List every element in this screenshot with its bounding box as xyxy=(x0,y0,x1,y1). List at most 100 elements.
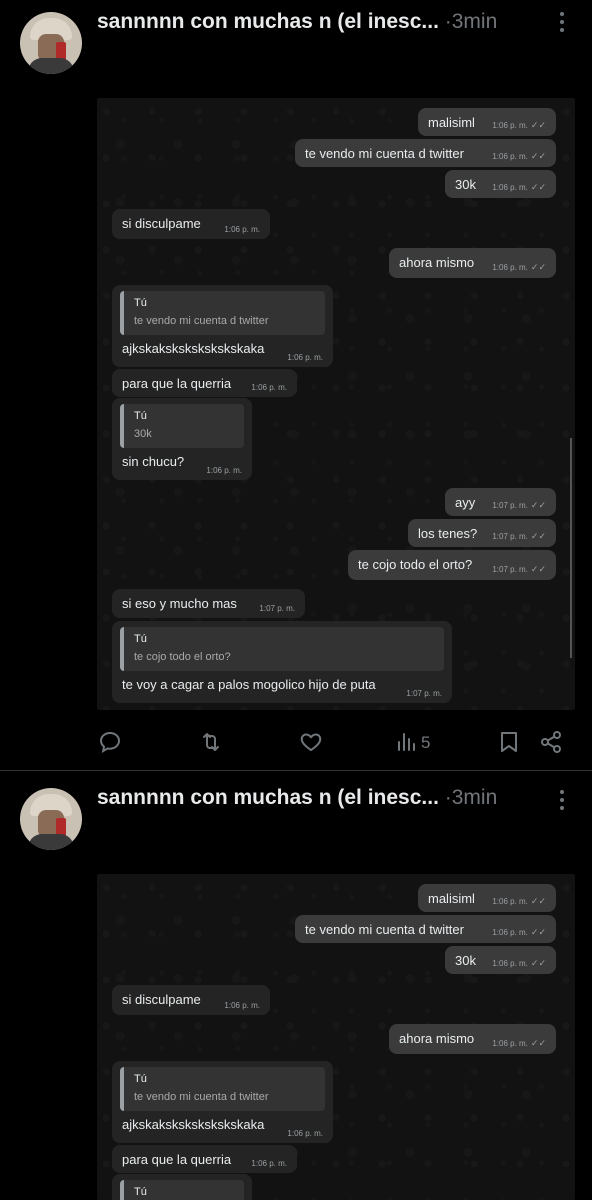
message-time: 1:06 p. m. ✓✓ xyxy=(492,120,546,130)
post-divider xyxy=(0,770,592,771)
message-text: te cojo todo el orto? xyxy=(358,557,473,572)
quoted-reply: Tú xyxy=(120,1180,244,1200)
bookmark-button[interactable] xyxy=(498,730,520,756)
more-icon[interactable] xyxy=(556,788,568,812)
author-name[interactable]: sannnnn con muchas n (el inesc... xyxy=(97,10,439,33)
message-time: 1:06 p. m. xyxy=(287,353,323,362)
message-bubble: ayy 1:07 p. m. ✓✓ xyxy=(445,488,556,516)
message-text: los tenes? xyxy=(418,526,478,541)
message-time: 1:07 p. m. ✓✓ xyxy=(492,500,546,510)
like-icon xyxy=(300,733,322,751)
share-button[interactable] xyxy=(539,730,563,756)
message-bubble: para que la querria 1:06 p. m. xyxy=(112,1145,297,1173)
chat-screenshot[interactable]: malisiml 1:06 p. m. ✓✓ te vendo mi cuenta… xyxy=(97,874,575,1200)
message-bubble: 30k 1:06 p. m. ✓✓ xyxy=(445,170,556,198)
read-ticks-icon: ✓✓ xyxy=(530,927,546,937)
message-bubble: malisiml 1:06 p. m. ✓✓ xyxy=(418,884,556,912)
message-text: ajkskakskskskskskskaka xyxy=(122,341,265,356)
message-text: te vendo mi cuenta d twitter xyxy=(305,146,464,161)
message-time: 1:06 p. m. ✓✓ xyxy=(492,1038,546,1048)
read-ticks-icon: ✓✓ xyxy=(530,151,546,161)
more-icon[interactable] xyxy=(556,10,568,34)
message-text: 30k xyxy=(455,953,476,968)
avatar[interactable] xyxy=(20,788,82,850)
message-text: para que la querria xyxy=(122,376,232,391)
message-bubble: ahora mismo 1:06 p. m. ✓✓ xyxy=(389,248,556,278)
message-bubble: Tú 30k sin chucu? 1:06 p. m. xyxy=(112,398,252,480)
reply-icon xyxy=(99,731,121,753)
message-text: malisiml xyxy=(428,115,475,130)
message-bubble: Tú te vendo mi cuenta d twitter ajkskaks… xyxy=(112,285,333,367)
message-time: 1:06 p. m. ✓✓ xyxy=(492,182,546,192)
message-time: 1:06 p. m. ✓✓ xyxy=(492,958,546,968)
views-button[interactable]: 5 xyxy=(396,730,436,756)
bookmark-icon xyxy=(501,732,517,752)
message-text: si eso y mucho mas xyxy=(122,596,237,611)
quoted-reply: Tú te cojo todo el orto? xyxy=(120,627,444,671)
message-time: 1:07 p. m. xyxy=(259,604,295,613)
like-button[interactable] xyxy=(299,730,323,756)
share-icon xyxy=(541,731,561,753)
message-bubble: si disculpame 1:06 p. m. xyxy=(112,985,270,1015)
message-bubble: si disculpame 1:06 p. m. xyxy=(112,209,270,239)
message-time: 1:07 p. m. xyxy=(406,689,442,698)
message-text: para que la querria xyxy=(122,1152,232,1167)
read-ticks-icon: ✓✓ xyxy=(530,120,546,130)
read-ticks-icon: ✓✓ xyxy=(530,564,546,574)
message-text: si disculpame xyxy=(122,992,201,1007)
message-time: 1:06 p. m. xyxy=(224,1001,260,1010)
message-bubble: Tú te vendo mi cuenta d twitter ajkskaks… xyxy=(112,1061,333,1143)
message-text: ahora mismo xyxy=(399,255,475,270)
repost-icon xyxy=(203,733,219,751)
message-time: 1:06 p. m. xyxy=(287,1129,323,1138)
post-time[interactable]: 3min xyxy=(452,10,498,33)
message-bubble: los tenes? 1:07 p. m. ✓✓ xyxy=(408,519,556,547)
read-ticks-icon: ✓✓ xyxy=(530,262,546,272)
post-header: sannnnn con muchas n (el inesc... ·3min xyxy=(97,786,497,810)
avatar[interactable] xyxy=(20,12,82,74)
read-ticks-icon: ✓✓ xyxy=(530,531,546,541)
quoted-reply: Tú te vendo mi cuenta d twitter xyxy=(120,1067,325,1111)
message-time: 1:06 p. m. xyxy=(251,1159,287,1168)
message-bubble: te vendo mi cuenta d twitter 1:06 p. m. ✓… xyxy=(295,139,556,167)
message-time: 1:06 p. m. ✓✓ xyxy=(492,262,546,272)
message-time: 1:07 p. m. ✓✓ xyxy=(492,531,546,541)
message-text: sin chucu? xyxy=(122,454,185,469)
message-time: 1:07 p. m. ✓✓ xyxy=(492,564,546,574)
message-time: 1:06 p. m. xyxy=(224,225,260,234)
message-bubble: Tú te cojo todo el orto? te voy a cagar … xyxy=(112,621,452,703)
message-bubble: te cojo todo el orto? 1:07 p. m. ✓✓ xyxy=(348,550,556,580)
message-time: 1:06 p. m. xyxy=(251,383,287,392)
message-bubble: malisiml 1:06 p. m. ✓✓ xyxy=(418,108,556,136)
read-ticks-icon: ✓✓ xyxy=(530,500,546,510)
message-time: 1:06 p. m. ✓✓ xyxy=(492,896,546,906)
repost-button[interactable] xyxy=(199,730,223,756)
read-ticks-icon: ✓✓ xyxy=(530,958,546,968)
author-name[interactable]: sannnnn con muchas n (el inesc... xyxy=(97,786,439,809)
chat-screenshot[interactable]: malisiml 1:06 p. m. ✓✓ te vendo mi cuenta… xyxy=(97,98,575,710)
message-bubble: te vendo mi cuenta d twitter 1:06 p. m. ✓… xyxy=(295,915,556,943)
post-time[interactable]: 3min xyxy=(452,786,498,809)
message-time: 1:06 p. m. ✓✓ xyxy=(492,151,546,161)
post-actions: 5 xyxy=(0,730,592,760)
message-text: ajkskakskskskskskskaka xyxy=(122,1117,265,1132)
read-ticks-icon: ✓✓ xyxy=(530,896,546,906)
message-text: te vendo mi cuenta d twitter xyxy=(305,922,464,937)
separator: · xyxy=(444,10,452,33)
views-icon xyxy=(398,733,415,751)
message-text: si disculpame xyxy=(122,216,201,231)
message-text: te voy a cagar a palos mogolico hijo de … xyxy=(122,677,376,692)
chat-scrollbar xyxy=(570,438,572,658)
message-text: 30k xyxy=(455,177,476,192)
quoted-reply: Tú 30k xyxy=(120,404,244,448)
message-time: 1:06 p. m. xyxy=(206,466,242,475)
reply-button[interactable] xyxy=(98,730,122,756)
message-time: 1:06 p. m. ✓✓ xyxy=(492,927,546,937)
quoted-reply: Tú te vendo mi cuenta d twitter xyxy=(120,291,325,335)
message-text: malisiml xyxy=(428,891,475,906)
views-count: 5 xyxy=(421,733,431,752)
message-bubble: si eso y mucho mas 1:07 p. m. xyxy=(112,589,305,618)
message-text: ahora mismo xyxy=(399,1031,475,1046)
message-bubble: ahora mismo 1:06 p. m. ✓✓ xyxy=(389,1024,556,1054)
read-ticks-icon: ✓✓ xyxy=(530,1038,546,1048)
